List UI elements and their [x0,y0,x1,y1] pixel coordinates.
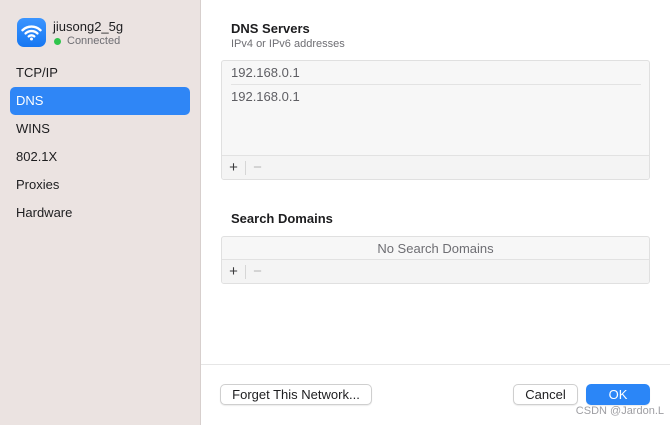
sidebar-item-label: Proxies [16,177,60,192]
search-domains-title: Search Domains [231,211,333,226]
cancel-button[interactable]: Cancel [513,384,578,405]
list-item[interactable]: 192.168.0.1 [222,61,649,85]
dns-servers-list[interactable]: 192.168.0.1 192.168.0.1 + − [221,60,650,180]
dns-servers-title: DNS Servers [231,21,310,36]
sidebar-item-dns[interactable]: DNS [10,87,190,115]
remove-dns-server-button[interactable]: − [246,157,269,179]
sidebar-item-hardware[interactable]: Hardware [10,199,190,227]
sidebar-item-label: TCP/IP [16,65,58,80]
status-dot-icon [54,37,61,45]
network-name: jiusong2_5g [53,19,124,34]
dns-pane: DNS Servers IPv4 or IPv6 addresses 192.1… [201,0,670,425]
footer-divider [201,364,670,365]
search-domains-toolbar: + − [222,259,649,283]
watermark: CSDN @Jardon.L [575,405,664,417]
sidebar-item-label: WINS [16,121,50,136]
sidebar-item-label: DNS [16,93,44,108]
sidebar-item-8021x[interactable]: 802.1X [10,143,190,171]
add-search-domain-button[interactable]: + [222,261,245,283]
forget-network-button[interactable]: Forget This Network... [220,384,372,405]
connection-status: Connected [53,34,123,48]
sidebar: jiusong2_5g Connected TCP/IP DNS WINS 80… [0,0,201,425]
empty-list-placeholder: No Search Domains [222,237,649,261]
search-domains-list[interactable]: No Search Domains + − [221,236,650,284]
status-label: Connected [67,35,121,47]
sidebar-nav: TCP/IP DNS WINS 802.1X Proxies Hardware [10,59,190,227]
sidebar-item-tcpip[interactable]: TCP/IP [10,59,190,87]
dns-server-address: 192.168.0.1 [231,89,300,104]
wifi-icon [17,18,46,47]
remove-search-domain-button[interactable]: − [246,261,269,283]
dns-list-toolbar: + − [222,155,649,179]
sidebar-item-wins[interactable]: WINS [10,115,190,143]
sidebar-item-label: 802.1X [16,149,58,164]
network-settings-window: jiusong2_5g Connected TCP/IP DNS WINS 80… [0,0,670,425]
dns-servers-subtitle: IPv4 or IPv6 addresses [231,38,345,50]
sidebar-item-proxies[interactable]: Proxies [10,171,190,199]
ok-button[interactable]: OK [586,384,650,405]
dns-server-address: 192.168.0.1 [231,65,300,80]
network-header: jiusong2_5g Connected [17,18,123,48]
sidebar-item-label: Hardware [16,205,73,220]
add-dns-server-button[interactable]: + [222,157,245,179]
list-item[interactable]: 192.168.0.1 [222,85,649,109]
